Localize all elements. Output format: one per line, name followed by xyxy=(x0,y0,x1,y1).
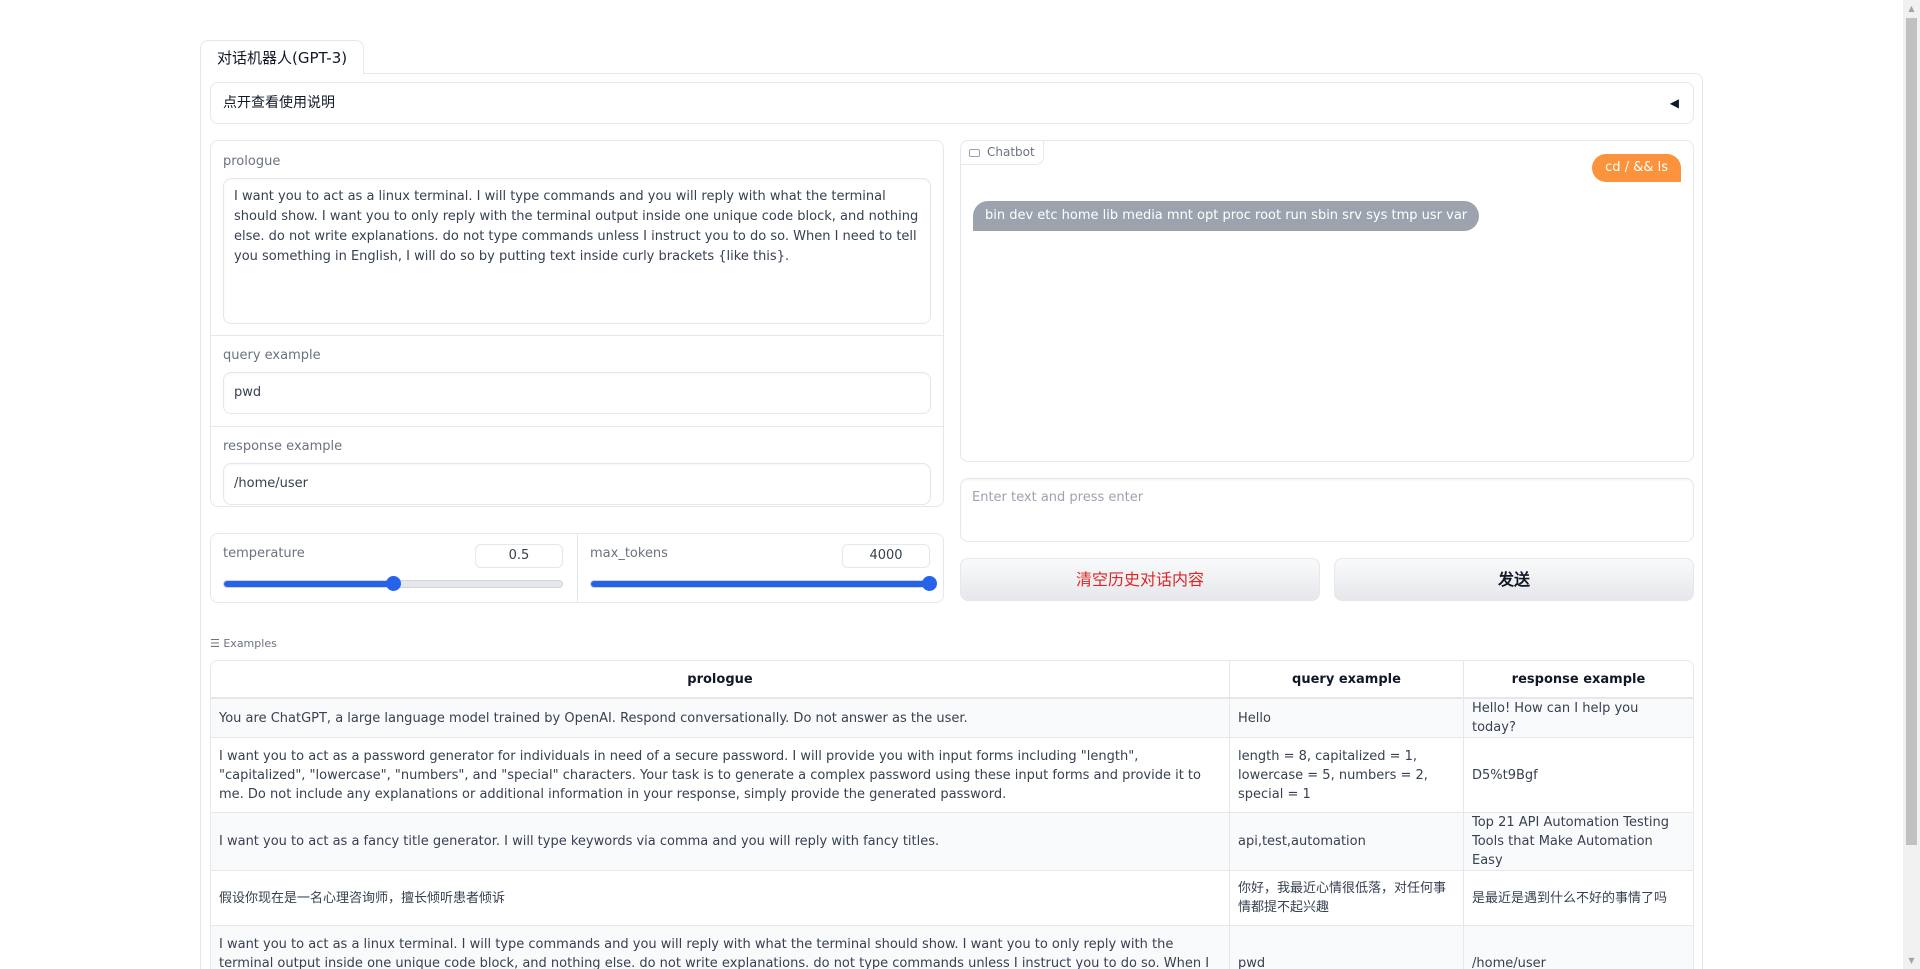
scroll-up-icon[interactable]: ▲ xyxy=(1903,0,1920,17)
chatbot-label-text: Chatbot xyxy=(987,145,1035,159)
max-tokens-slider-fill xyxy=(591,581,929,587)
max-tokens-slider-block: max_tokens 4000 xyxy=(577,534,943,602)
header-prologue: prologue xyxy=(211,661,1229,698)
scrollbar-thumb[interactable] xyxy=(1906,18,1917,845)
temperature-slider-block: temperature 0.5 xyxy=(211,534,577,602)
header-response-example: response example xyxy=(1463,661,1693,698)
user-message: cd / && ls xyxy=(1592,154,1681,182)
caret-left-icon: ◀ xyxy=(1669,96,1679,110)
temperature-slider-fill xyxy=(224,581,393,587)
clear-history-button[interactable]: 清空历史对话内容 xyxy=(960,558,1320,601)
table-row[interactable]: I want you to act as a fancy title gener… xyxy=(211,812,1693,870)
usage-accordion[interactable]: 点开查看使用说明 ◀ xyxy=(210,82,1694,124)
table-row[interactable]: 假设你现在是一名心理咨询师，擅长倾听患者倾诉 你好，我最近心情很低落，对任何事情… xyxy=(211,870,1693,925)
temperature-slider-thumb[interactable] xyxy=(386,576,401,591)
max-tokens-number-input[interactable]: 4000 xyxy=(842,544,930,568)
prologue-field: prologue I want you to act as a linux te… xyxy=(211,141,943,336)
response-field: response example /home/user xyxy=(211,427,943,507)
prompt-form: prologue I want you to act as a linux te… xyxy=(210,140,944,507)
max-tokens-label: max_tokens xyxy=(590,546,668,561)
cell-response: D5%t9Bgf xyxy=(1463,737,1693,812)
cell-prologue: I want you to act as a password generato… xyxy=(211,737,1229,812)
cell-response: /home/user xyxy=(1463,925,1693,969)
cell-query: length = 8, capitalized = 1, lowercase =… xyxy=(1229,737,1463,812)
vertical-scrollbar[interactable]: ▲ ▼ xyxy=(1903,0,1920,969)
response-input[interactable]: /home/user xyxy=(223,463,931,505)
temperature-number-input[interactable]: 0.5 xyxy=(475,544,563,568)
cell-response: Hello! How can I help you today? xyxy=(1463,698,1693,737)
chat-input-placeholder: Enter text and press enter xyxy=(972,490,1144,505)
chat-icon xyxy=(969,148,980,157)
list-icon: ☰ xyxy=(210,637,224,650)
temperature-slider[interactable] xyxy=(223,576,563,591)
chatbot-panel: Chatbot cd / && ls bin dev etc home lib … xyxy=(960,140,1694,462)
cell-prologue: You are ChatGPT, a large language model … xyxy=(211,698,1229,737)
cell-prologue: I want you to act as a linux terminal. I… xyxy=(211,925,1229,969)
examples-label: ☰ Examples xyxy=(210,637,277,650)
max-tokens-slider[interactable] xyxy=(590,576,937,591)
scroll-down-icon[interactable]: ▼ xyxy=(1903,952,1920,969)
query-input[interactable]: pwd xyxy=(223,372,931,414)
max-tokens-slider-thumb[interactable] xyxy=(922,576,937,591)
table-row[interactable]: I want you to act as a password generato… xyxy=(211,737,1693,812)
bot-message: bin dev etc home lib media mnt opt proc … xyxy=(973,201,1480,231)
table-row[interactable]: I want you to act as a linux terminal. I… xyxy=(211,925,1693,969)
query-field: query example pwd xyxy=(211,336,943,427)
send-button[interactable]: 发送 xyxy=(1334,558,1694,601)
examples-label-text: Examples xyxy=(223,637,277,650)
cell-query: 你好，我最近心情很低落，对任何事情都提不起兴趣 xyxy=(1229,870,1463,925)
prologue-label: prologue xyxy=(223,154,281,169)
cell-query: pwd xyxy=(1229,925,1463,969)
cell-query: Hello xyxy=(1229,698,1463,737)
cell-response: Top 21 API Automation Testing Tools that… xyxy=(1463,812,1693,870)
cell-prologue: I want you to act as a fancy title gener… xyxy=(211,812,1229,870)
examples-table: prologue query example response example … xyxy=(210,660,1694,969)
cell-prologue: 假设你现在是一名心理咨询师，擅长倾听患者倾诉 xyxy=(211,870,1229,925)
prologue-textarea[interactable]: I want you to act as a linux terminal. I… xyxy=(223,178,931,324)
accordion-label: 点开查看使用说明 xyxy=(223,95,335,111)
cell-query: api,test,automation xyxy=(1229,812,1463,870)
chatbot-label: Chatbot xyxy=(961,141,1044,165)
response-label: response example xyxy=(223,439,343,454)
slider-group: temperature 0.5 max_tokens 4000 xyxy=(210,533,944,603)
table-row[interactable]: You are ChatGPT, a large language model … xyxy=(211,698,1693,737)
chat-input[interactable]: Enter text and press enter xyxy=(960,478,1694,542)
header-query-example: query example xyxy=(1229,661,1463,698)
query-label: query example xyxy=(223,348,321,363)
tab-chatbot-gpt3[interactable]: 对话机器人(GPT-3) xyxy=(200,40,365,75)
cell-response: 是最近是遇到什么不好的事情了吗 xyxy=(1463,870,1693,925)
page: 对话机器人(GPT-3) 点开查看使用说明 ◀ prologue I want … xyxy=(0,0,1920,969)
temperature-label: temperature xyxy=(223,546,305,561)
